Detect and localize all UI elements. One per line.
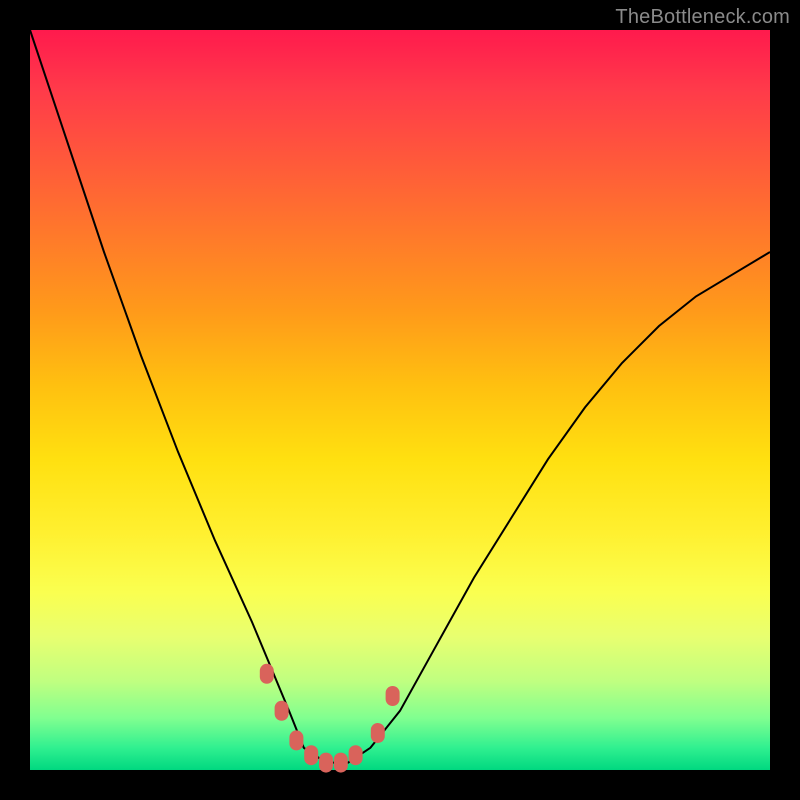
optimum-marker xyxy=(275,701,289,721)
watermark-text: TheBottleneck.com xyxy=(615,6,790,29)
optimum-marker xyxy=(260,664,274,684)
chart-frame: TheBottleneck.com xyxy=(0,0,800,800)
optimum-marker xyxy=(304,745,318,765)
optimum-marker xyxy=(386,686,400,706)
optimum-marker xyxy=(334,753,348,773)
optimum-markers xyxy=(260,664,400,773)
optimum-marker xyxy=(289,730,303,750)
optimum-marker xyxy=(349,745,363,765)
plot-area xyxy=(30,30,770,770)
bottleneck-curve xyxy=(30,30,770,763)
optimum-marker xyxy=(319,753,333,773)
curve-svg xyxy=(30,30,770,770)
optimum-marker xyxy=(371,723,385,743)
